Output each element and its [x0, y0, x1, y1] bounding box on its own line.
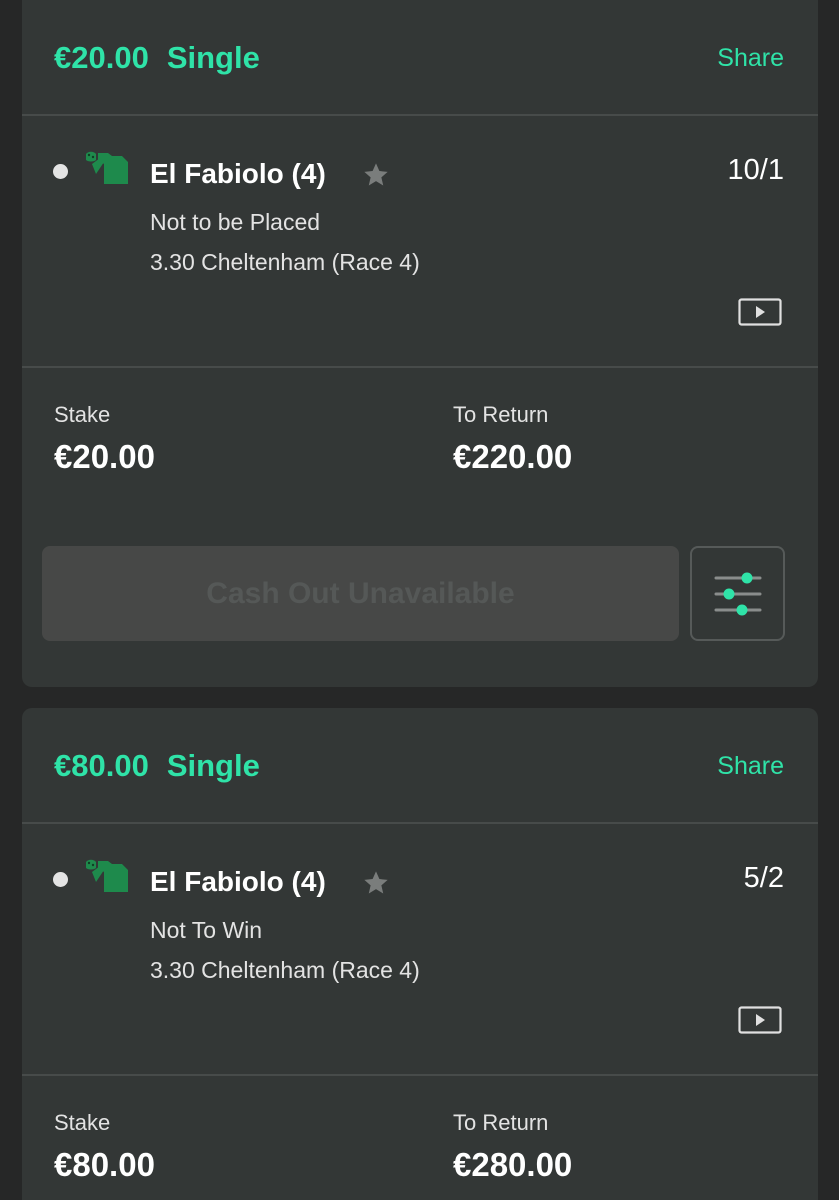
- bet-selection: El Fabiolo (4) 5/2 Not To Win 3.30 Chelt…: [22, 824, 818, 1076]
- cash-out-button: Cash Out Unavailable: [42, 546, 679, 641]
- play-video-icon[interactable]: [738, 1006, 782, 1034]
- cash-out-settings-button[interactable]: [690, 546, 785, 641]
- bet-amount: €20.00: [54, 40, 149, 75]
- return-value: €280.00: [453, 1146, 573, 1183]
- bet-card: €80.00 Single Share El Fabiolo (4) 5/2 No…: [22, 708, 818, 1200]
- stake-return-row: Stake €20.00 To Return €220.00: [22, 368, 818, 488]
- return-label: To Return: [453, 402, 549, 427]
- star-icon[interactable]: [362, 869, 390, 897]
- event-name: 3.30 Cheltenham (Race 4): [150, 249, 420, 275]
- jockey-silks-icon: [86, 151, 128, 184]
- market-name: Not To Win: [150, 917, 263, 943]
- bet-selection: El Fabiolo (4) 10/1 Not to be Placed 3.3…: [22, 116, 818, 368]
- stake-return-row: Stake €80.00 To Return €280.00: [22, 1076, 818, 1196]
- selection-status-dot: [53, 164, 68, 179]
- horse-name: El Fabiolo (4): [150, 158, 326, 189]
- stake-value: €20.00: [54, 438, 155, 475]
- odds: 10/1: [727, 154, 784, 186]
- bet-card-header: €80.00 Single Share: [22, 708, 818, 824]
- return-value: €220.00: [453, 438, 573, 475]
- odds: 5/2: [743, 862, 784, 894]
- horse-name: El Fabiolo (4): [150, 866, 326, 897]
- bet-card: €20.00 Single Share El Fabiolo (4) 10/1 N…: [22, 0, 818, 687]
- selection-status-dot: [53, 872, 68, 887]
- stake-value: €80.00: [54, 1146, 155, 1183]
- share-button[interactable]: Share: [717, 752, 784, 781]
- bet-type: Single: [166, 748, 260, 783]
- return-label: To Return: [453, 1110, 549, 1135]
- stake-label: Stake: [54, 402, 111, 427]
- bet-card-header: €20.00 Single Share: [22, 0, 818, 116]
- bet-title: €20.00 Single: [54, 40, 260, 76]
- bet-title: €80.00 Single: [54, 748, 260, 784]
- stake-label: Stake: [54, 1110, 111, 1135]
- jockey-silks-icon: [86, 859, 128, 892]
- share-button[interactable]: Share: [717, 44, 784, 73]
- bet-amount: €80.00: [54, 748, 149, 783]
- event-name: 3.30 Cheltenham (Race 4): [150, 957, 420, 983]
- star-icon[interactable]: [362, 161, 390, 189]
- bet-history-page: €20.00 Single Share El Fabiolo (4) 10/1 N…: [0, 0, 839, 1200]
- bet-type: Single: [166, 40, 260, 75]
- sliders-icon: [714, 572, 762, 616]
- play-video-icon[interactable]: [738, 298, 782, 326]
- market-name: Not to be Placed: [150, 209, 321, 235]
